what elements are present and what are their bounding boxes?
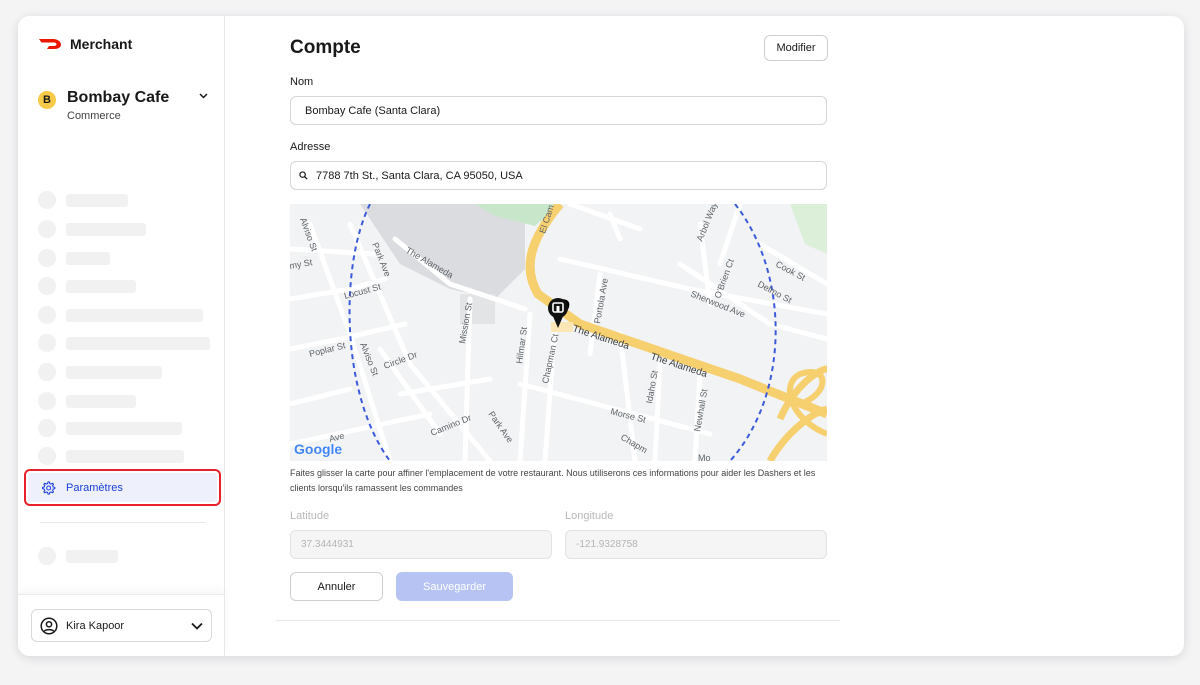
sidebar-footer: Kira Kapoor [18,594,225,656]
longitude-label: Longitude [565,510,614,522]
nav-placeholder [38,306,203,324]
name-label: Nom [290,76,314,88]
save-button[interactable]: Sauvegarder [396,572,513,601]
section-divider [276,620,840,621]
nav-placeholder [38,277,136,295]
app-window: Merchant B Bombay Cafe Commerce Paramètr… [18,16,1184,656]
edit-button[interactable]: Modifier [764,35,828,61]
nav-placeholder [38,547,118,565]
address-label: Adresse [290,141,331,153]
nav-placeholder [38,419,182,437]
sidebar-divider [40,522,205,523]
main-content: Compte Modifier Nom Bombay Cafe (Santa C… [226,16,1184,656]
name-field[interactable]: Bombay Cafe (Santa Clara) [290,96,827,125]
page-title: Compte [290,37,361,58]
search-icon [299,171,308,180]
store-switcher[interactable]: B Bombay Cafe Commerce [38,89,208,125]
sidebar-item-settings-label: Paramètres [66,481,123,494]
nav-placeholder [38,334,210,352]
nav-placeholder [38,220,146,238]
longitude-field[interactable]: -121.9328758 [565,530,827,559]
doordash-logo-icon [39,39,61,49]
brand[interactable]: Merchant [38,36,132,52]
location-map[interactable]: El Cam Arbol Way Alviso St Park Ave The … [290,204,827,461]
nav-placeholder [38,249,110,267]
map-street-label: Mo [698,453,711,461]
chevron-down-icon [199,93,208,99]
sidebar: Merchant B Bombay Cafe Commerce Paramètr… [18,16,225,656]
address-value: 7788 7th St., Santa Clara, CA 95050, USA [316,169,523,182]
google-logo: Google [294,441,342,457]
chevron-down-icon [191,622,203,630]
latitude-label: Latitude [290,510,330,522]
user-circle-icon [40,616,58,635]
map-hint-text: Faites glisser la carte pour affiner l'e… [290,468,816,493]
nav-placeholder [38,447,184,465]
sidebar-item-settings[interactable]: Paramètres [24,469,221,506]
store-name: Bombay Cafe [67,89,170,106]
address-input[interactable]: 7788 7th St., Santa Clara, CA 95050, USA [290,161,827,190]
store-type: Commerce [67,110,121,122]
nav-placeholder [38,392,136,410]
map-canvas[interactable]: El Cam Arbol Way Alviso St Park Ave The … [290,204,827,461]
sidebar-item-settings-inner[interactable]: Paramètres [28,473,217,502]
gear-icon [42,480,56,495]
brand-name: Merchant [70,36,133,52]
nav-placeholder [38,191,128,209]
latitude-field[interactable]: 37.3444931 [290,530,552,559]
store-avatar: B [38,91,56,109]
cancel-button[interactable]: Annuler [290,572,383,601]
nav-placeholder [38,363,162,381]
user-name: Kira Kapoor [66,619,125,632]
user-menu-button[interactable]: Kira Kapoor [31,609,212,642]
